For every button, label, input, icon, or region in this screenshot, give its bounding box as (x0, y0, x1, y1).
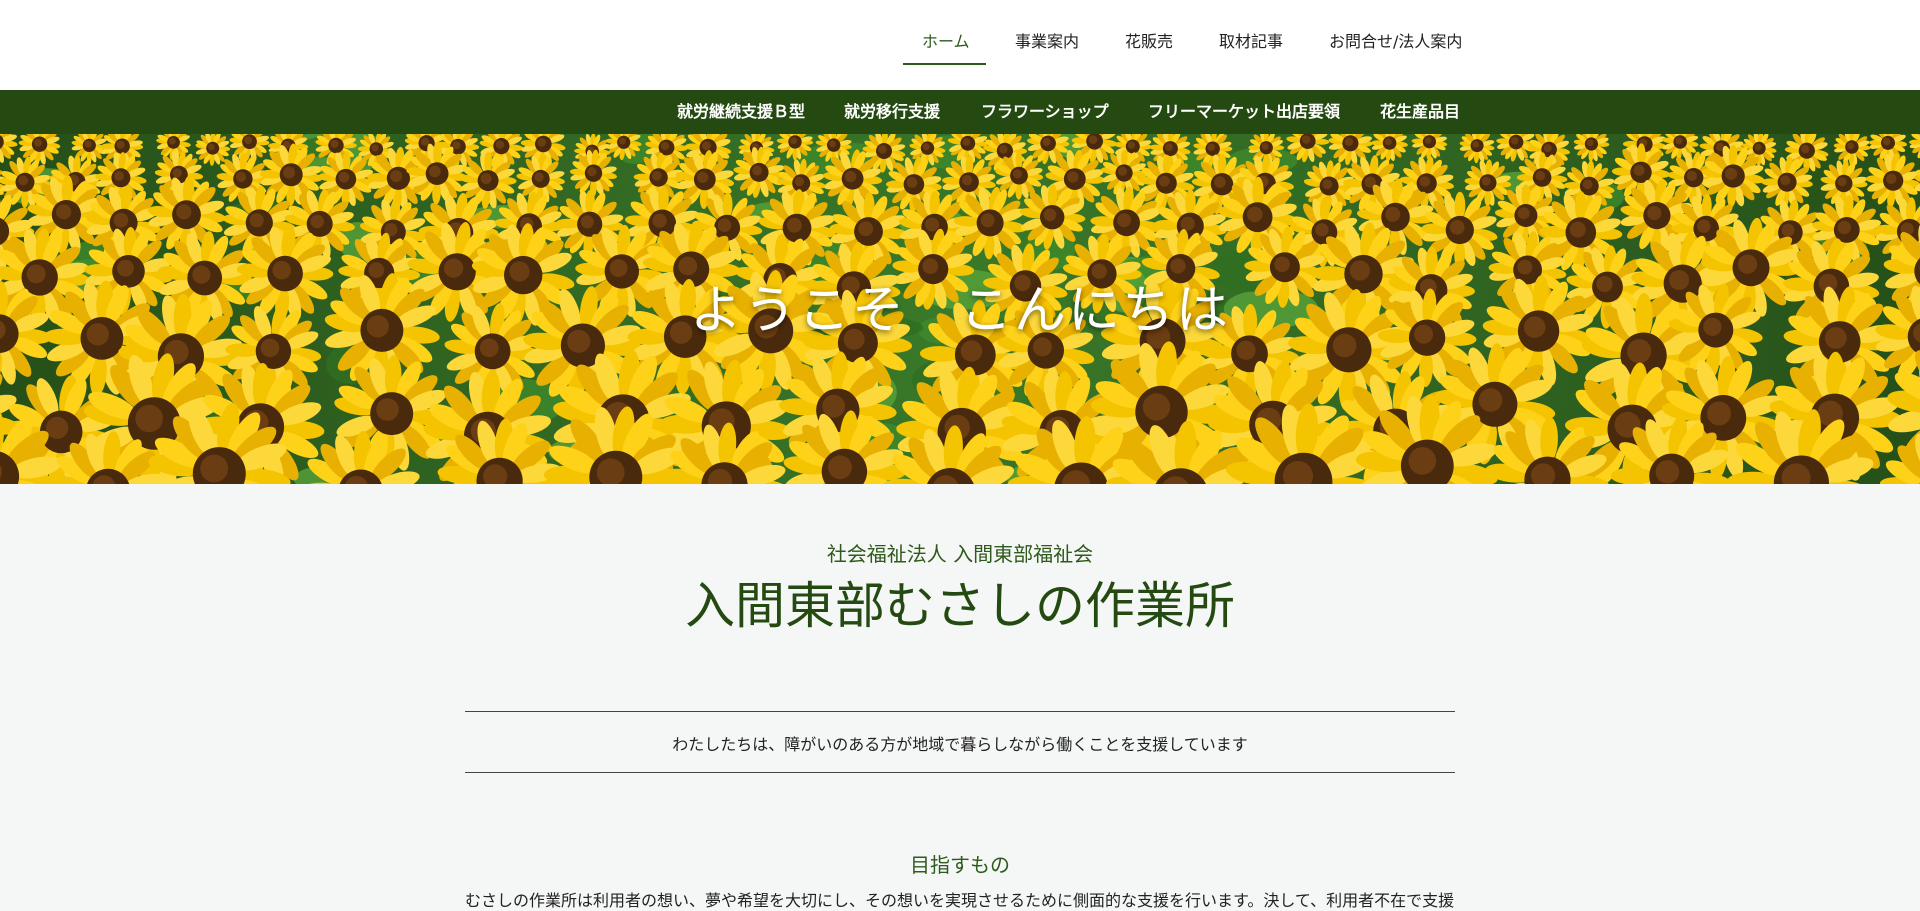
main-nav: ホーム 事業案内 花販売 取材記事 お問合せ/法人案内 (0, 0, 1920, 90)
nav-item-business[interactable]: 事業案内 (1015, 30, 1079, 66)
subnav-item-products[interactable]: 花生産品目 (1380, 100, 1460, 124)
nav-item-articles[interactable]: 取材記事 (1219, 30, 1283, 66)
sub-nav: 就労継続支援Ｂ型 就労移行支援 フラワーショップ フリーマーケット出店要領 花生… (0, 90, 1920, 134)
sunflower-icon (1573, 134, 1610, 162)
hero-banner: ようこそ こんにちは (0, 134, 1920, 484)
subnav-item-flower-shop[interactable]: フラワーショップ (981, 100, 1109, 124)
nav-item-contact[interactable]: お問合せ/法人案内 (1329, 30, 1462, 66)
page: ホーム 事業案内 花販売 取材記事 お問合せ/法人案内 就労継続支援Ｂ型 就労移… (0, 0, 1920, 911)
sunflower-icon (1661, 134, 1699, 161)
hero-welcome-text: ようこそ こんにちは (689, 281, 1230, 341)
divider-top (465, 711, 1455, 712)
divider-bottom (465, 772, 1455, 773)
goal-heading: 目指すもの (910, 853, 1010, 877)
nav-item-flower-sales[interactable]: 花販売 (1125, 30, 1173, 66)
top-bar: ホーム 事業案内 花販売 取材記事 お問合せ/法人案内 (0, 0, 1920, 90)
subnav-item-type-b[interactable]: 就労継続支援Ｂ型 (677, 100, 805, 124)
goal-paragraph: むさしの作業所は利用者の想い、夢や希望を大切にし、その想いを実現させるために側面… (465, 891, 1455, 910)
subnav-item-flea-market[interactable]: フリーマーケット出店要領 (1148, 100, 1340, 124)
sunflower-icon (1464, 159, 1512, 207)
org-title: 入間東部むさしの作業所 (685, 577, 1235, 635)
active-nav-indicator (903, 63, 986, 65)
sunflower-icon (1411, 134, 1448, 160)
sunflower-icon (1909, 134, 1920, 159)
sunflower-icon (733, 146, 785, 198)
org-subtitle: 社会福祉法人 入間東部福祉会 (826, 542, 1094, 566)
subnav-item-transition[interactable]: 就労移行支援 (844, 100, 940, 124)
tagline: わたしたちは、障がいのある方が地域で暮らしながら働くことを支援しています (672, 735, 1248, 754)
nav-item-home[interactable]: ホーム (922, 30, 970, 66)
sunflower-icon (1459, 134, 1495, 164)
sunflower-icon (0, 134, 18, 163)
